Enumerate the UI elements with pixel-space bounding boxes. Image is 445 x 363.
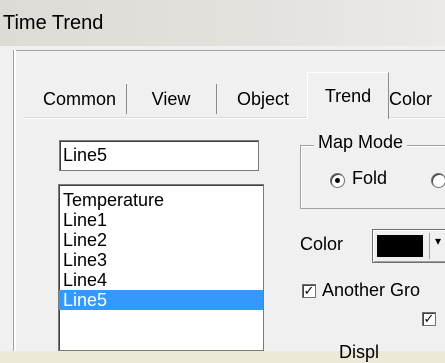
title-bar: Time Trend [0,0,445,46]
tab-view[interactable]: View [128,82,214,116]
display-label-partial: Displ [339,342,380,362]
dropdown-arrow-icon: ▾ [435,234,442,248]
color-label: Color [300,234,344,254]
map-mode-label: Map Mode [314,132,408,153]
tab-separator [126,84,127,114]
list-item-selected[interactable]: Line5 [59,290,263,310]
secondary-checkbox[interactable]: ✓ [422,312,436,326]
another-group-label[interactable]: Another Gro [322,280,420,301]
list-item[interactable]: Line2 [59,230,263,250]
tab-separator [216,84,217,114]
frame-border-left [13,50,16,351]
list-item[interactable]: Temperature [59,190,263,210]
second-mode-radio[interactable] [431,173,445,188]
list-item[interactable]: Line1 [59,210,263,230]
radio-dot-icon [335,178,340,183]
fold-radio[interactable] [330,173,345,188]
color-picker-button[interactable]: ▾ [372,229,445,263]
frame-border-top [13,50,445,51]
tab-object[interactable]: Object [218,82,308,116]
window-title: Time Trend [3,12,104,34]
line-name-input[interactable]: Line5 [59,140,259,171]
dropdown-separator [429,233,430,259]
fold-radio-label[interactable]: Fold [352,168,387,189]
tab-color[interactable]: Color [389,82,445,116]
color-swatch [377,235,423,257]
trend-line-list[interactable]: Temperature Line1 Line2 Line3 Line4 Line… [58,184,264,351]
tab-common[interactable]: Common [34,82,125,116]
another-group-checkbox[interactable]: ✓ [302,284,316,298]
list-item[interactable]: Line3 [59,250,263,270]
tab-trend[interactable]: Trend [307,72,389,119]
list-item[interactable]: Line4 [59,270,263,290]
